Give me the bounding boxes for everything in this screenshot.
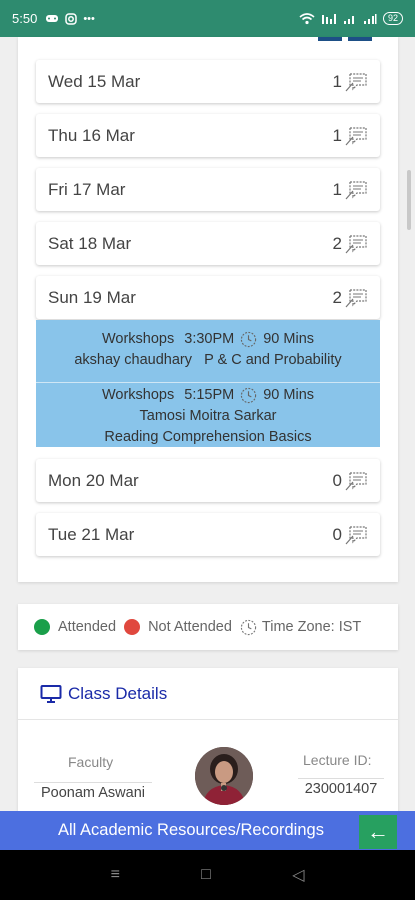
scrollbar[interactable]: [407, 170, 411, 230]
week-toggle-right[interactable]: [348, 37, 372, 41]
session-item[interactable]: Workshops 3:30PM 90 Mins akshay chaudhar…: [36, 320, 380, 382]
signal-icon: [363, 13, 377, 24]
day-label: Thu 16 Mar: [48, 125, 135, 145]
session-topic: Reading Comprehension Basics: [104, 429, 312, 445]
session-item[interactable]: Workshops 5:15PM 90 Mins Tamosi Moitra S…: [36, 383, 380, 447]
day-label: Fri 17 Mar: [48, 179, 126, 199]
signal-icon: [343, 15, 354, 24]
session-faculty-topic: akshay chaudhary P & C and Probability: [74, 352, 342, 368]
arrow-left-icon: ←: [367, 819, 389, 844]
faculty-photo: [195, 747, 253, 805]
session-time: 5:15PM: [184, 387, 235, 403]
day-label: Wed 15 Mar: [48, 71, 141, 91]
class-count: 0: [332, 470, 342, 490]
clock-icon: [240, 619, 257, 635]
class-count: 0: [332, 524, 342, 544]
clock-icon: [241, 387, 257, 404]
clock-icon: [241, 331, 257, 348]
lecture-id-label: Lecture ID:: [303, 752, 372, 768]
chat-icon[interactable]: [344, 233, 368, 255]
class-count: 1: [332, 71, 342, 91]
status-time: 5:50: [12, 11, 38, 26]
day-row[interactable]: Tue 21 Mar 0: [36, 513, 380, 556]
android-nav-bar: ≡ □ ◁: [0, 850, 415, 900]
more-icon: •••: [83, 12, 95, 25]
day-row[interactable]: Sun 19 Mar 2: [36, 276, 380, 319]
attendance-legend: Attended Not Attended Time Zone: IST: [18, 604, 398, 650]
class-details-card: Class Details Faculty Poonam Aswani Lect…: [18, 668, 398, 828]
faculty-label: Faculty: [68, 754, 114, 770]
session-duration: 90 Mins: [263, 387, 315, 403]
chat-icon[interactable]: [344, 287, 368, 309]
day-row[interactable]: Sat 18 Mar 2: [36, 222, 380, 265]
chat-icon[interactable]: [344, 125, 368, 147]
faculty-avatar: [195, 747, 253, 805]
chat-icon[interactable]: [344, 470, 368, 492]
class-count: 2: [332, 287, 342, 307]
monitor-icon: [40, 684, 62, 703]
gamepad-icon: [46, 15, 59, 22]
legend-not-attended: Not Attended: [148, 619, 232, 635]
class-count: 1: [332, 179, 342, 199]
day-row[interactable]: Wed 15 Mar 1: [36, 60, 380, 103]
day-label: Mon 20 Mar: [48, 470, 139, 490]
lecture-id-value: 230001407: [298, 778, 384, 797]
academic-resources-button[interactable]: All Academic Resources/Recordings: [0, 811, 415, 850]
status-bar: 5:50 ••• 92: [0, 0, 415, 37]
legend-attended: Attended: [58, 619, 117, 635]
wifi-icon: [299, 12, 315, 24]
back-arrow-button[interactable]: ←: [359, 815, 397, 849]
chat-icon[interactable]: [344, 179, 368, 201]
day-row[interactable]: Mon 20 Mar 0: [36, 459, 380, 502]
faculty-name: Poonam Aswani: [34, 782, 152, 801]
class-details-title: Class Details: [68, 683, 168, 703]
week-toggle-left[interactable]: [318, 37, 342, 41]
attended-dot-icon: [34, 619, 50, 635]
day-label: Sat 18 Mar: [48, 233, 132, 253]
session-duration: 90 Mins: [263, 331, 315, 347]
vo-lte-icon: [321, 13, 336, 24]
session-type: Workshops: [101, 331, 175, 347]
day-row[interactable]: Thu 16 Mar 1: [36, 114, 380, 157]
battery-indicator: 92: [382, 12, 403, 25]
session-time: 3:30PM: [184, 331, 235, 347]
session-faculty: Tamosi Moitra Sarkar: [139, 408, 277, 424]
class-count: 1: [332, 125, 342, 145]
home-button[interactable]: □: [201, 866, 211, 884]
class-details-header: Class Details: [18, 668, 398, 720]
class-count: 2: [332, 233, 342, 253]
not-attended-dot-icon: [124, 619, 141, 635]
recent-apps-button[interactable]: ≡: [111, 866, 120, 884]
chat-icon[interactable]: [344, 71, 368, 93]
session-type: Workshops: [101, 387, 175, 403]
day-label: Tue 21 Mar: [48, 524, 135, 544]
day-row[interactable]: Fri 17 Mar 1: [36, 168, 380, 211]
instagram-icon: [65, 12, 78, 25]
chat-icon[interactable]: [344, 524, 368, 546]
academic-resources-label: All Academic Resources/Recordings: [58, 821, 324, 839]
back-button[interactable]: ◁: [292, 865, 304, 885]
legend-timezone: Time Zone: IST: [261, 619, 362, 635]
day-label: Sun 19 Mar: [48, 287, 136, 307]
